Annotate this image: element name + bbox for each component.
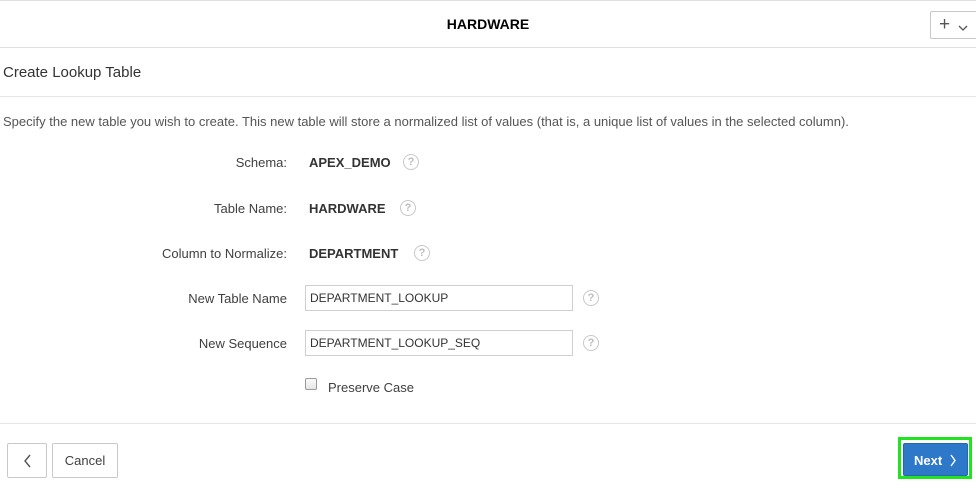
table-name-value: HARDWARE (309, 201, 386, 216)
preserve-case-checkbox[interactable] (305, 378, 317, 390)
help-icon[interactable]: ? (403, 154, 419, 170)
help-icon[interactable]: ? (583, 335, 599, 351)
top-bar: HARDWARE + (0, 0, 976, 48)
next-button[interactable]: Next (903, 443, 968, 476)
new-sequence-label: New Sequence (198, 336, 287, 351)
region-divider (0, 96, 976, 97)
chevron-down-icon (958, 19, 968, 37)
help-icon[interactable]: ? (583, 290, 599, 306)
create-lookup-table-page: HARDWARE + Create Lookup Table Specify t… (0, 0, 976, 495)
help-icon[interactable]: ? (400, 200, 416, 216)
footer-divider (0, 423, 976, 424)
schema-value: APEX_DEMO (309, 155, 391, 170)
next-button-label: Next (914, 453, 943, 468)
add-menu-button[interactable]: + (930, 11, 976, 39)
chevron-right-icon (950, 454, 956, 467)
preserve-case-label[interactable]: Preserve Case (328, 380, 414, 395)
region-description: Specify the new table you wish to create… (3, 114, 849, 129)
column-to-normalize-value: DEPARTMENT (309, 246, 399, 261)
column-to-normalize-label: Column to Normalize: (162, 246, 287, 261)
back-button[interactable] (7, 443, 47, 478)
schema-label: Schema: (235, 155, 287, 170)
cancel-button[interactable]: Cancel (52, 443, 118, 478)
table-name-label: Table Name: (214, 201, 287, 216)
plus-icon: + (939, 14, 951, 35)
region-title: Create Lookup Table (3, 64, 142, 81)
help-icon[interactable]: ? (414, 245, 430, 261)
new-table-name-input[interactable]: DEPARTMENT_LOOKUP (305, 285, 573, 311)
chevron-left-icon (24, 454, 31, 468)
new-sequence-input[interactable]: DEPARTMENT_LOOKUP_SEQ (305, 330, 573, 356)
new-table-name-label: New Table Name (188, 291, 287, 306)
page-title: HARDWARE (446, 16, 530, 32)
